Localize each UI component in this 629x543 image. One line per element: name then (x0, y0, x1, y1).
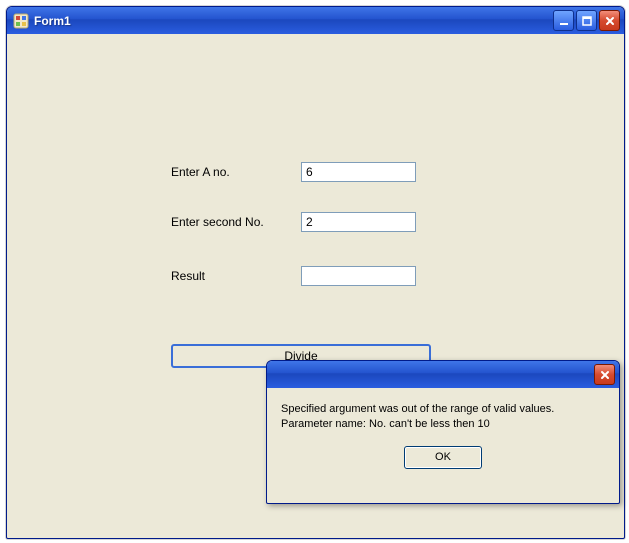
error-messagebox: Specified argument was out of the range … (266, 360, 620, 504)
close-button[interactable] (599, 10, 620, 31)
close-icon (599, 369, 611, 381)
close-icon (604, 15, 616, 27)
row-b: Enter second No. (171, 212, 416, 232)
messagebox-button-row: OK (267, 440, 619, 477)
label-b: Enter second No. (171, 215, 301, 229)
messagebox-titlebar[interactable] (267, 361, 619, 388)
messagebox-close-button[interactable] (594, 364, 615, 385)
input-b[interactable] (301, 212, 416, 232)
window-buttons (553, 10, 620, 31)
messagebox-text-line1: Specified argument was out of the range … (281, 403, 554, 415)
label-a: Enter A no. (171, 165, 301, 179)
winforms-app-icon (13, 13, 29, 29)
messagebox-text-line2: Parameter name: No. can't be less then 1… (281, 417, 605, 432)
form1-titlebar[interactable]: Form1 (7, 7, 624, 34)
label-result: Result (171, 269, 301, 283)
maximize-icon (581, 15, 593, 27)
input-a[interactable] (301, 162, 416, 182)
row-result: Result (171, 266, 416, 286)
maximize-button[interactable] (576, 10, 597, 31)
minimize-icon (558, 15, 570, 27)
row-a: Enter A no. (171, 162, 416, 182)
minimize-button[interactable] (553, 10, 574, 31)
form1-title: Form1 (34, 14, 553, 28)
messagebox-body: Specified argument was out of the range … (267, 388, 619, 440)
input-result[interactable] (301, 266, 416, 286)
ok-button[interactable]: OK (404, 446, 482, 469)
